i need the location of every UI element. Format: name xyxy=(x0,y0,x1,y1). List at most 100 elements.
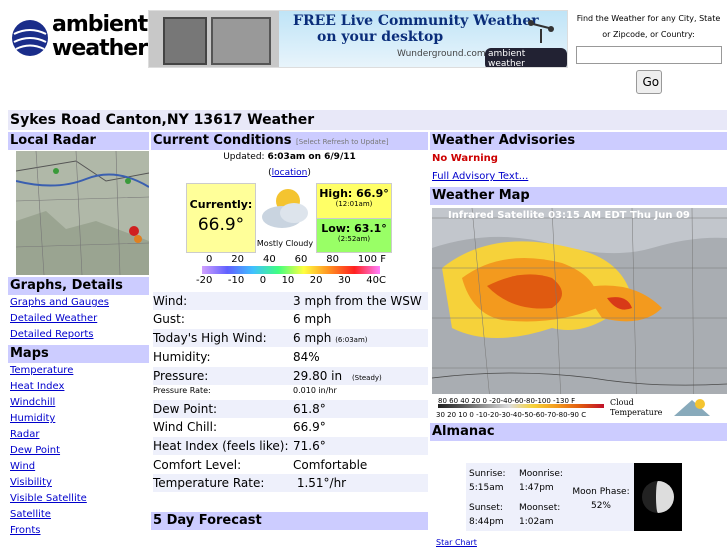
currently-label: Currently: xyxy=(189,198,253,211)
refresh-note: [Select Refresh to Update] xyxy=(296,138,389,146)
scale-c-tick: -20 xyxy=(196,275,213,286)
row-label: Pressure: xyxy=(153,369,209,383)
detailed-reports-link[interactable]: Detailed Reports xyxy=(8,327,149,343)
location-link[interactable]: location xyxy=(272,168,308,178)
satellite-color-bar xyxy=(438,404,604,408)
row-label: Dew Point: xyxy=(153,402,218,416)
map-link-heat-index[interactable]: Heat Index xyxy=(8,379,149,395)
map-link-radar[interactable]: Radar xyxy=(8,427,149,443)
scale-c-tick: -10 xyxy=(227,275,245,286)
row-gust: Gust: 6 mph xyxy=(153,310,428,328)
detailed-weather-link[interactable]: Detailed Weather xyxy=(8,311,149,327)
row-high-wind: Today's High Wind: 6 mph (6:03am) xyxy=(153,329,428,347)
map-link-windchill[interactable]: Windchill xyxy=(8,395,149,411)
row-label: Wind Chill: xyxy=(153,420,218,434)
location-line: (location) xyxy=(151,168,428,178)
satellite-map-image[interactable]: Infrared Satellite 03:15 AM EDT Thu Jun … xyxy=(432,208,727,422)
scale-c-tick: 30 xyxy=(338,275,351,286)
weather-station-image xyxy=(149,11,279,67)
sunrise-value: 5:15am xyxy=(469,483,504,493)
banner-line1: FREE Live Community Weather xyxy=(293,13,539,29)
left-column: Local Radar Graphs, Details Graphs and G… xyxy=(8,132,149,539)
moonset-value: 1:02am xyxy=(519,517,554,527)
banner-ad[interactable]: FREE Live Community Weather on your desk… xyxy=(148,10,568,68)
map-link-satellite[interactable]: Satellite xyxy=(8,507,149,523)
row-label: Humidity: xyxy=(153,350,211,364)
scale-f-tick: 60 xyxy=(294,254,308,265)
temp-color-bar xyxy=(202,266,380,274)
row-comfort: Comfort Level: Comfortable xyxy=(153,456,428,474)
local-radar-header: Local Radar xyxy=(8,132,149,150)
row-value: 6 mph xyxy=(293,331,332,345)
banner-line2: on your desktop xyxy=(317,29,444,45)
row-temp-rate: Temperature Rate: 1.51°/hr xyxy=(153,474,428,492)
scale-f-tick: 20 xyxy=(231,254,245,265)
map-link-visibility[interactable]: Visibility xyxy=(8,475,149,491)
location-search-input[interactable] xyxy=(575,46,722,64)
sunset-label: Sunset: xyxy=(469,503,503,513)
current-conditions-title: Current Conditions xyxy=(153,133,292,148)
find-label-1: Find the Weather for any City, State xyxy=(576,14,721,23)
row-value: 29.80 in xyxy=(293,369,343,383)
go-button[interactable]: Go xyxy=(635,70,662,94)
logo-text-bottom: weather xyxy=(52,36,148,61)
moonrise-label: Moonrise: xyxy=(519,469,563,479)
map-link-wind[interactable]: Wind xyxy=(8,459,149,475)
row-value: 61.8° xyxy=(293,402,326,416)
graphs-details-header: Graphs, Details xyxy=(8,277,149,295)
map-link-dew-point[interactable]: Dew Point xyxy=(8,443,149,459)
row-wind-chill: Wind Chill: 66.9° xyxy=(153,418,428,436)
row-dew-point: Dew Point: 61.8° xyxy=(153,400,428,418)
satellite-scale-c: 30 20 10 0 -10-20-30-40-50-60-70-80-90 C xyxy=(436,411,587,419)
scale-f-tick: 40 xyxy=(262,254,276,265)
almanac-header: Almanac xyxy=(430,423,727,441)
row-value: 84% xyxy=(293,350,320,364)
ambient-weather-logo[interactable]: ambient weather xyxy=(10,10,148,66)
star-chart-link[interactable]: Star Chart xyxy=(436,538,477,547)
weather-advisories-header: Weather Advisories xyxy=(430,132,727,150)
sunset-cell: Sunset: 8:44pm xyxy=(469,501,504,529)
row-label: Heat Index (feels like): xyxy=(153,439,289,453)
satellite-caption: Infrared Satellite 03:15 AM EDT Thu Jun … xyxy=(448,210,690,221)
row-value: Comfortable xyxy=(293,458,368,472)
moon-phase-value: 52% xyxy=(590,501,611,511)
row-wind: Wind: 3 mph from the WSW xyxy=(153,292,428,310)
scale-c-tick: 40C xyxy=(366,275,386,286)
row-value: 0.010 in/hr xyxy=(293,386,337,395)
five-day-forecast-header: 5 Day Forecast xyxy=(151,512,428,530)
mostly-cloudy-icon xyxy=(262,189,308,228)
scale-c-tick: 10 xyxy=(281,275,295,286)
temp-scale: 0 20 40 60 80 100 F -20 -10 0 10 20 30 4… xyxy=(196,254,386,286)
find-label-2: or Zipcode, or Country: xyxy=(602,30,695,39)
graphs-link[interactable]: Graphs and Gauges xyxy=(8,295,149,311)
anemometer-icon xyxy=(527,15,555,43)
row-label: Comfort Level: xyxy=(153,458,242,472)
radar-map-image[interactable] xyxy=(16,151,149,275)
maps-header: Maps xyxy=(8,345,149,363)
moonset-label: Moonset: xyxy=(519,503,561,513)
page-title: Sykes Road Canton,NY 13617 Weather xyxy=(8,110,727,130)
current-conditions-header: Current Conditions [Select Refresh to Up… xyxy=(151,132,428,150)
map-link-fronts[interactable]: Fronts xyxy=(8,523,149,539)
row-value: 66.9° xyxy=(293,420,326,434)
sunrise-label: Sunrise: xyxy=(469,469,506,479)
find-weather-panel: Find the Weather for any City, State or … xyxy=(570,10,727,94)
map-link-humidity[interactable]: Humidity xyxy=(8,411,149,427)
scale-c-tick: 0 xyxy=(259,275,267,286)
moon-phase-label: Moon Phase: xyxy=(572,487,630,497)
sunrise-cell: Sunrise: 5:15am xyxy=(469,467,506,495)
satellite-legend-2: Temperature xyxy=(610,408,663,417)
full-advisory-link[interactable]: Full Advisory Text... xyxy=(432,171,528,182)
temp-scale-c: -20 -10 0 10 20 30 40C xyxy=(196,275,386,286)
map-link-temperature[interactable]: Temperature xyxy=(8,363,149,379)
low-box: Low: 63.1° (2:52am) xyxy=(316,218,392,253)
row-label: Today's High Wind: xyxy=(153,331,267,345)
updated-label: Updated: xyxy=(223,152,265,162)
map-link-visible-satellite[interactable]: Visible Satellite xyxy=(8,491,149,507)
high-label: High: 66.9° xyxy=(319,187,389,200)
currently-box: Currently: 66.9° xyxy=(186,183,256,253)
row-note: (6:03am) xyxy=(335,336,368,344)
row-note: (Steady) xyxy=(351,374,382,382)
updated-value: 6:03am on 6/9/11 xyxy=(267,152,356,162)
weather-map-header: Weather Map xyxy=(430,187,727,205)
